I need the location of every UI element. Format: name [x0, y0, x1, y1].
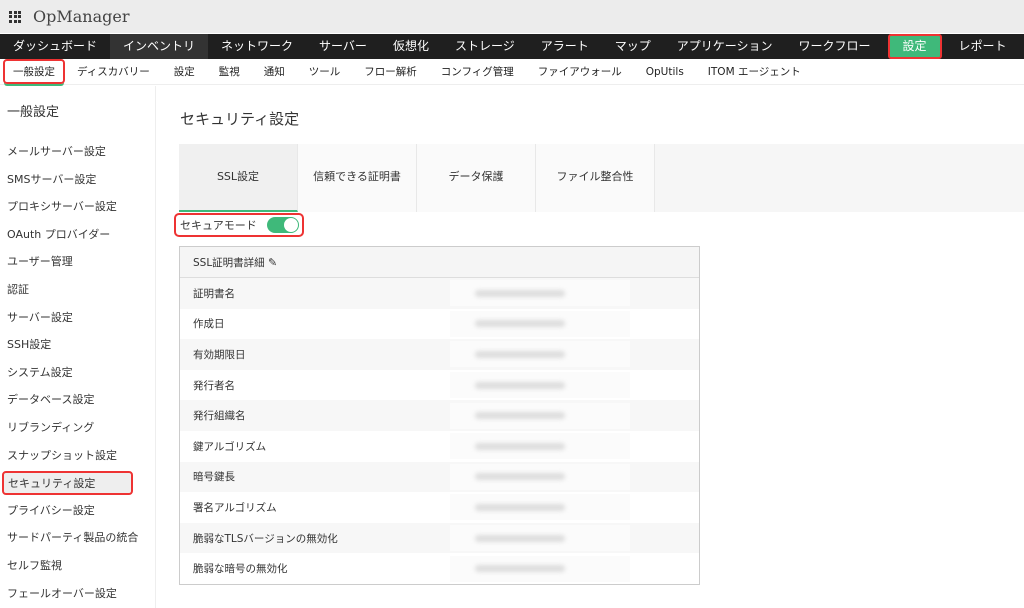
row-label: 作成日: [193, 318, 225, 331]
redacted-value: [450, 555, 630, 582]
tab-bar: SSL設定 信頼できる証明書 データ保護 ファイル整合性: [179, 144, 1024, 212]
redacted-value: [450, 280, 630, 307]
nav-item[interactable]: サーバー: [306, 34, 380, 59]
ssl-certificate-table: SSL証明書詳細 ✎ 証明書名作成日有効期限日発行者名発行組織名鍵アルゴリズム暗…: [179, 246, 700, 585]
edit-icon[interactable]: ✎: [268, 256, 277, 269]
subnav-item[interactable]: 一般設定: [3, 59, 65, 84]
sub-nav: 一般設定 ディスカバリー 設定 監視 通知 ツール フロー解析 コンフィグ管理 ファイアウォール…: [0, 59, 1024, 85]
redacted-value: [450, 341, 630, 368]
nav-item[interactable]: ストレージ: [442, 34, 528, 59]
redacted-value: [450, 310, 630, 337]
redacted-value: [450, 402, 630, 429]
secure-mode: セキュアモード: [174, 213, 304, 237]
sidebar-item[interactable]: セキュリティ設定: [2, 471, 133, 496]
subnav-item[interactable]: ディスカバリー: [65, 64, 162, 79]
sidebar-item[interactable]: プロキシサーバー設定: [0, 193, 155, 221]
nav-item[interactable]: レポート: [946, 34, 1020, 59]
tab[interactable]: 信頼できる証明書: [298, 144, 417, 212]
sidebar-item[interactable]: サーバー設定: [0, 304, 155, 332]
app-title: OpManager: [33, 7, 130, 26]
secure-mode-label: セキュアモード: [180, 219, 257, 232]
sidebar-item[interactable]: OAuth プロバイダー: [0, 221, 155, 249]
redacted-value: [450, 463, 630, 490]
sidebar-item[interactable]: データベース設定: [0, 386, 155, 414]
subnav-item[interactable]: OpUtils: [634, 66, 696, 78]
table-row: 作成日: [180, 309, 699, 340]
table-row: 署名アルゴリズム: [180, 492, 699, 523]
sidebar-item[interactable]: SSH設定: [0, 331, 155, 359]
nav-item[interactable]: マップ: [602, 34, 664, 59]
sidebar-item[interactable]: サードパーティ製品の統合: [0, 524, 155, 552]
sidebar-item[interactable]: SMSサーバー設定: [0, 166, 155, 194]
row-label: 有効期限日: [193, 348, 246, 361]
table-row: 有効期限日: [180, 339, 699, 370]
row-label: 証明書名: [193, 287, 235, 300]
row-label: 発行者名: [193, 379, 235, 392]
subnav-item[interactable]: 監視: [207, 64, 252, 79]
tab[interactable]: SSL設定: [179, 144, 298, 212]
redacted-value: [450, 525, 630, 552]
nav-item[interactable]: アラート: [528, 34, 602, 59]
subnav-item[interactable]: 通知: [252, 64, 297, 79]
sidebar-item[interactable]: プライバシー設定: [0, 497, 155, 525]
nav-item[interactable]: 設定: [887, 34, 942, 59]
table-row: 発行者名: [180, 370, 699, 401]
table-row: 発行組織名: [180, 400, 699, 431]
app-grid-icon[interactable]: [9, 10, 21, 23]
table-row: 暗号鍵長: [180, 461, 699, 493]
main-content: セキュリティ設定 SSL設定 信頼できる証明書 データ保護 ファイル整合性 セキュアモ…: [156, 86, 1024, 608]
nav-item[interactable]: 仮想化: [380, 34, 442, 59]
table-header: SSL証明書詳細 ✎: [180, 247, 699, 278]
sidebar-item[interactable]: システム設定: [0, 359, 155, 387]
sidebar-item[interactable]: スナップショット設定: [0, 442, 155, 470]
nav-item[interactable]: ワークフロー: [786, 34, 884, 59]
title-bar: OpManager: [0, 0, 1024, 33]
table-row: 鍵アルゴリズム: [180, 431, 699, 462]
table-row: 脆弱なTLSバージョンの無効化: [180, 522, 699, 554]
nav-item[interactable]: アプリケーション: [664, 34, 786, 59]
row-label: 脆弱な暗号の無効化: [193, 563, 288, 576]
tab[interactable]: ファイル整合性: [536, 144, 655, 212]
redacted-value: [450, 433, 630, 460]
page-title: セキュリティ設定: [180, 110, 300, 128]
row-label: 暗号鍵長: [193, 471, 235, 484]
sidebar-item[interactable]: 認証: [0, 276, 155, 304]
row-label: 発行組織名: [193, 410, 246, 423]
subnav-item[interactable]: ファイアウォール: [526, 64, 634, 79]
subnav-item[interactable]: 設定: [162, 64, 207, 79]
redacted-value: [450, 372, 630, 399]
table-row: 脆弱な暗号の無効化: [180, 553, 699, 584]
table-header-label: SSL証明書詳細: [193, 257, 265, 269]
sidebar-item[interactable]: リブランディング: [0, 414, 155, 442]
row-label: 脆弱なTLSバージョンの無効化: [193, 532, 338, 545]
subnav-item[interactable]: ツール: [297, 64, 353, 79]
sidebar: 一般設定 メールサーバー設定 SMSサーバー設定 プロキシサーバー設定 OAuth プ…: [0, 86, 156, 608]
sidebar-item[interactable]: メールサーバー設定: [0, 138, 155, 166]
secure-mode-toggle[interactable]: [266, 217, 299, 233]
redacted-value: [450, 494, 630, 521]
nav-item[interactable]: ダッシュボード: [0, 34, 110, 59]
table-row: 証明書名: [180, 278, 699, 309]
subnav-item[interactable]: コンフィグ管理: [429, 64, 526, 79]
row-label: 署名アルゴリズム: [193, 501, 277, 514]
nav-item[interactable]: インベントリ: [110, 34, 209, 59]
nav-item[interactable]: ネットワーク: [208, 34, 306, 59]
main-nav: ダッシュボード インベントリ ネットワーク サーバー 仮想化 ストレージ アラート マップ アプ…: [0, 34, 1024, 59]
sidebar-heading: 一般設定: [7, 105, 60, 120]
subnav-item[interactable]: ITOM エージェント: [696, 64, 813, 79]
row-label: 鍵アルゴリズム: [193, 440, 267, 453]
sidebar-item[interactable]: セルフ監視: [0, 552, 155, 580]
subnav-item[interactable]: フロー解析: [352, 64, 429, 79]
sidebar-item[interactable]: フェールオーバー設定: [0, 580, 155, 608]
sidebar-item[interactable]: ユーザー管理: [0, 248, 155, 276]
tab[interactable]: データ保護: [417, 144, 536, 212]
